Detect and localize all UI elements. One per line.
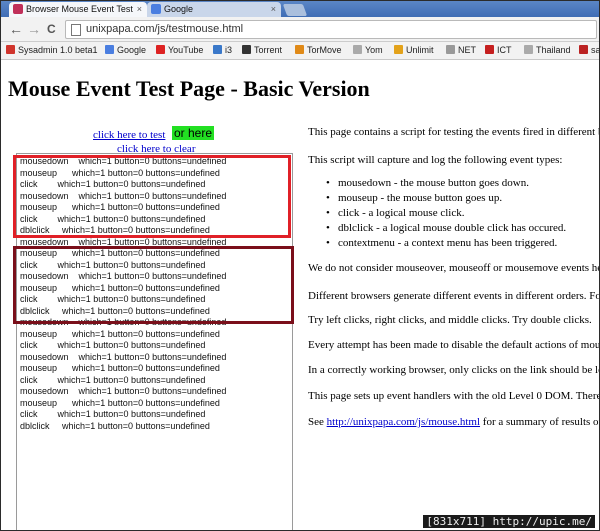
bookmark-label: Torrent — [254, 45, 283, 55]
log-entry: mousedown which=1 button=0 buttons=undef… — [20, 351, 227, 362]
bookmark-sa[interactable]: sa — [579, 42, 599, 59]
bookmark-i3[interactable]: i3 — [213, 42, 232, 59]
unlimit-icon — [394, 45, 403, 54]
bookmark-sysadmin[interactable]: Sysadmin 1.0 beta1 — [6, 42, 98, 59]
paragraph: Different browsers generate different ev… — [308, 290, 599, 302]
log-entry: click which=1 button=0 buttons=undefined — [20, 409, 206, 419]
browser-window: Browser Mouse Event Test × Google × ← → … — [1, 1, 599, 530]
bookmark-label: Unlimit — [406, 45, 434, 55]
event-types-list: mousedown - the mouse button goes down. … — [326, 176, 566, 251]
bookmarks-bar: Sysadmin 1.0 beta1 Google YouTube i3 Tor… — [1, 42, 599, 60]
watermark: [831x711] http://upic.me/ — [423, 515, 595, 528]
torrent-icon — [242, 45, 251, 54]
bookmark-tormove[interactable]: TorMove — [295, 42, 342, 59]
paragraph: This script will capture and log the fol… — [308, 154, 563, 166]
paragraph: See http://unixpapa.com/js/mouse.html fo… — [308, 416, 599, 428]
paragraph: Every attempt has been made to disable t… — [308, 339, 599, 351]
paragraph: We do not consider mouseover, mouseoff o… — [308, 262, 599, 274]
google-favicon-icon — [151, 4, 161, 14]
bookmark-label: Yom — [365, 45, 383, 55]
forward-arrow-icon[interactable]: → — [27, 20, 41, 38]
log-entry: mousedown which=1 button=0 buttons=undef… — [20, 386, 227, 396]
list-item: dblclick - a logical mouse double click … — [326, 221, 566, 236]
page-icon — [71, 24, 81, 36]
close-tab-icon[interactable]: × — [137, 2, 142, 17]
tab-title: Browser Mouse Event Test — [26, 4, 133, 14]
list-item: mousedown - the mouse button goes down. — [326, 176, 566, 191]
bookmark-youtube[interactable]: YouTube — [156, 42, 203, 59]
highlight-box-red — [13, 155, 291, 238]
url-text[interactable]: unixpapa.com/js/testmouse.html — [86, 21, 243, 38]
back-arrow-icon[interactable]: ← — [9, 20, 23, 38]
bookmark-label: Google — [117, 45, 147, 55]
see-suffix: for a summary of results of te — [482, 416, 599, 428]
address-bar[interactable]: unixpapa.com/js/testmouse.html — [65, 20, 597, 39]
test-link[interactable]: click here to test — [93, 129, 165, 141]
bookmark-label: Thailand — [536, 45, 571, 55]
bookmark-unlimit[interactable]: Unlimit — [394, 42, 434, 59]
youtube-icon — [156, 45, 165, 54]
tormove-icon — [295, 45, 304, 54]
paragraph: In a correctly working browser, only cli… — [308, 364, 599, 376]
bookmark-icon — [6, 45, 15, 54]
tab-mouse-event-test[interactable]: Browser Mouse Event Test × — [9, 2, 147, 17]
list-item: click - a logical mouse click. — [326, 206, 566, 221]
flag-icon — [579, 45, 588, 54]
ict-icon — [485, 45, 494, 54]
bookmark-ict[interactable]: ICT — [485, 42, 512, 59]
close-tab-icon[interactable]: × — [271, 2, 276, 17]
new-tab-button[interactable] — [282, 4, 308, 16]
paragraph: This page sets up event handlers with th… — [308, 390, 599, 402]
folder-icon — [353, 45, 362, 54]
bookmark-label: NET — [458, 45, 476, 55]
bookmark-label: YouTube — [168, 45, 204, 55]
paragraph: Try left clicks, right clicks, and middl… — [308, 314, 592, 326]
bookmark-label: TorMove — [307, 45, 342, 55]
reload-icon[interactable]: C — [47, 20, 56, 38]
bookmark-net[interactable]: NET — [446, 42, 476, 59]
tab-google[interactable]: Google × — [147, 2, 281, 17]
google-icon — [105, 45, 114, 54]
bookmark-google[interactable]: Google — [105, 42, 146, 59]
tab-title: Google — [164, 4, 194, 14]
bookmark-yom[interactable]: Yom — [353, 42, 383, 59]
log-entry: dblclick which=1 button=0 buttons=undefi… — [20, 420, 210, 431]
log-entry: click which=1 button=0 buttons=undefined — [20, 340, 206, 350]
bookmark-label: Sysadmin 1.0 beta1 — [18, 45, 98, 55]
log-entry: mouseup which=1 button=0 buttons=undefin… — [20, 397, 220, 408]
list-item: mouseup - the mouse button goes up. — [326, 191, 566, 206]
tab-strip: Browser Mouse Event Test × Google × — [1, 1, 599, 17]
bookmark-torrent[interactable]: Torrent — [242, 42, 282, 59]
bookmark-label: i3 — [225, 45, 233, 55]
page-content: Mouse Event Test Page - Basic Version cl… — [1, 60, 599, 530]
page-favicon-icon — [13, 4, 23, 14]
list-item: contextmenu - a context menu has been tr… — [326, 236, 566, 251]
navigation-toolbar: ← → C unixpapa.com/js/testmouse.html — [1, 17, 599, 42]
log-entry: mouseup which=1 button=0 buttons=undefin… — [20, 328, 220, 339]
bookmark-label: ICT — [497, 45, 512, 55]
paragraph: This page contains a script for testing … — [308, 126, 599, 138]
log-entry: click which=1 button=0 buttons=undefined — [20, 374, 206, 385]
folder-icon — [446, 45, 455, 54]
page-title: Mouse Event Test Page - Basic Version — [8, 76, 370, 101]
i3-icon — [213, 45, 222, 54]
log-entry: mouseup which=1 button=0 buttons=undefin… — [20, 363, 220, 373]
see-prefix: See — [308, 416, 327, 428]
highlight-box-dark-red — [13, 246, 294, 324]
bookmark-thailand[interactable]: Thailand — [524, 42, 571, 59]
bookmark-label: sa — [591, 45, 599, 55]
summary-link[interactable]: http://unixpapa.com/js/mouse.html — [327, 416, 480, 428]
or-here-target[interactable]: or here — [172, 126, 215, 140]
folder-icon — [524, 45, 533, 54]
